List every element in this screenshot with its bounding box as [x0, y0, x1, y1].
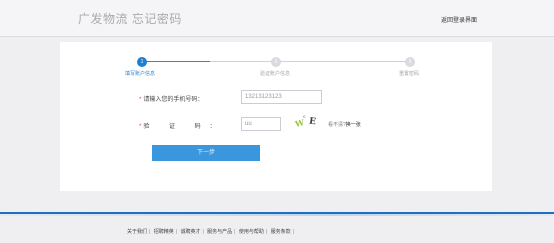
next-step-button[interactable]: 下一步	[152, 145, 260, 161]
phone-field-label: * 请输入您的手机号码：	[139, 94, 203, 103]
step-progress-line-active	[146, 61, 210, 62]
phone-input[interactable]: 13213123123	[241, 90, 322, 104]
footer-link-about[interactable]: 关于我们	[127, 229, 147, 235]
step-1-indicator: 1	[137, 57, 147, 67]
step-1-label: 填写账户信息	[125, 71, 156, 77]
step-2-indicator: 2	[271, 57, 281, 67]
captcha-field-label: * 验 证 码：	[139, 121, 225, 130]
step-3-indicator: 3	[405, 57, 415, 67]
refresh-captcha-link[interactable]: 换一张	[346, 122, 361, 128]
back-to-login-link[interactable]: 返回登录界面	[441, 15, 477, 24]
captcha-image[interactable]: W c E	[294, 114, 325, 131]
phone-label-text: 请输入您的手机号码：	[143, 97, 204, 103]
page-title: 广发物流 忘记密码	[78, 12, 182, 26]
footer-link-help[interactable]: 使用与帮助	[239, 229, 264, 235]
footer-link-recruit[interactable]: 招聘精英	[154, 229, 174, 235]
required-marker: *	[139, 97, 142, 103]
footer-link-services[interactable]: 服务与产品	[207, 229, 232, 235]
footer-divider-glow	[0, 214, 554, 216]
footer-link-terms[interactable]: 服务条款	[271, 229, 291, 235]
captcha-glyph: c	[303, 114, 307, 120]
required-marker: *	[139, 124, 142, 130]
step-progress-line	[276, 61, 410, 62]
footer-link-talent[interactable]: 诚聘英才	[180, 229, 200, 235]
step-2-label: 验证账户信息	[260, 71, 291, 77]
header-bar: 广发物流 忘记密码 返回登录界面	[0, 0, 554, 37]
captcha-glyph: E	[308, 116, 317, 128]
step-progress-line	[210, 61, 276, 62]
step-3-label: 重置密码	[399, 71, 420, 77]
captcha-input[interactable]: uu	[241, 117, 281, 131]
captcha-hint-text: 看不清?	[328, 122, 346, 128]
footer-links: 关于我们 | 招聘精英 | 诚聘英才 | 服务与产品 | 使用与帮助 | 服务条款 |	[127, 229, 294, 235]
captcha-label-text: 验 证 码：	[143, 124, 225, 130]
captcha-refresh[interactable]: 看不清?换一张	[328, 121, 361, 128]
